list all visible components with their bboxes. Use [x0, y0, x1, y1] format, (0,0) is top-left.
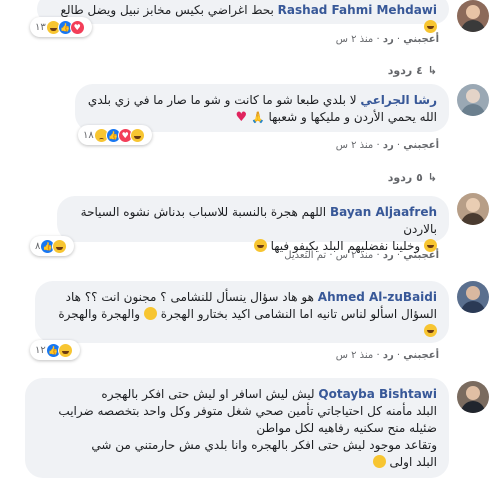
reactions-summary[interactable]: ١٣ 👍 ♥: [30, 17, 92, 37]
comment-actions: أعجبني · رد · منذ ٢ س: [335, 34, 439, 45]
laughing-emoji-icon: [424, 324, 437, 337]
comment-actions: أعجبني · رد · منذ ٢ س: [335, 140, 439, 151]
avatar[interactable]: [457, 281, 489, 313]
view-replies-link[interactable]: ↳ ٥ ردود: [388, 171, 437, 184]
replies-count-label: ٥ ردود: [387, 171, 423, 184]
timestamp[interactable]: منذ ٢ س: [336, 350, 374, 361]
avatar[interactable]: [457, 193, 489, 225]
view-replies-link[interactable]: ↳ ٤ ردود: [388, 64, 437, 77]
like-link[interactable]: أعجبني: [403, 140, 439, 151]
timestamp[interactable]: منذ ٢ س: [336, 140, 374, 151]
like-link[interactable]: أعجبني: [403, 34, 439, 45]
reply-link[interactable]: رد: [383, 34, 394, 45]
reactions-summary[interactable]: ١٨ 👍 ♥: [78, 125, 152, 145]
comment-actions: أعجبني · رد · منذ ٢ س: [335, 350, 439, 361]
comment-author[interactable]: Ahmed Al-zuBaidi: [318, 290, 437, 304]
comment-author[interactable]: Bayan Aljaafreh: [330, 205, 437, 219]
comment-bubble: Ahmed Al-zuBaidi هو هاد سؤال ينسأل للنشا…: [35, 281, 449, 343]
reaction-count: ١٣: [35, 21, 46, 33]
reaction-count: ١٢: [35, 344, 46, 356]
comment-text-line2: البلد مأمنه كل احتياجاتي تأمين صحي شغل م…: [58, 404, 437, 418]
comment-bubble: Qotayba Bishtawi ليش ليش اسافر او ليش حت…: [25, 378, 449, 478]
reactions-summary[interactable]: ٨ 👍: [30, 236, 74, 256]
grimacing-emoji-icon: [143, 307, 157, 320]
reply-arrow-icon: ↳: [427, 64, 437, 77]
comment-text: لا بلدي طبعا شو ما كانت و شو ما صار ما ف…: [87, 93, 357, 107]
laughing-emoji-icon: [253, 239, 267, 252]
comment-actions: أعجبني · رد · منذ ٢ س · تم التعديل: [284, 250, 439, 261]
comment-text-line2: الله يحمي الأردن و مليكها و شعبها: [268, 110, 437, 124]
reply-arrow-icon: ↳: [427, 171, 437, 184]
comment-text: هو هاد سؤال ينسأل للنشامى ؟ مجنون انت ؟؟…: [65, 290, 314, 304]
comment-text-line4: وتقاعد موجود ليش حتى افكر بالهجره وانا ب…: [91, 438, 437, 452]
replies-count-label: ٤ ردود: [387, 64, 423, 77]
comment-author[interactable]: رشا الجراعي: [360, 93, 437, 107]
comment-bubble: Rashad Fahmi Mehdawi بحط اغراضي بكيس مخا…: [37, 0, 449, 33]
comment-text-line5: البلد اولى: [389, 455, 437, 469]
heart-icon: ♥: [235, 110, 248, 125]
reactions-summary[interactable]: ١٢ 👍: [30, 340, 80, 360]
comment-bubble: Bayan Aljaafreh اللهم هجرة بالنسبة للاسب…: [57, 196, 449, 253]
love-reaction-icon: ♥: [69, 19, 85, 35]
like-link[interactable]: أعجبني: [403, 250, 439, 261]
reply-link[interactable]: رد: [383, 250, 394, 261]
avatar[interactable]: [457, 0, 489, 32]
laughing-emoji-icon: [424, 20, 437, 33]
timestamp[interactable]: منذ ٢ س: [336, 250, 374, 261]
reaction-count: ١٨: [83, 129, 94, 141]
comment-text: بحط اغراضي بكيس مخابز نبيل ويضل طالع: [60, 3, 274, 17]
haha-reaction-icon: [52, 238, 68, 254]
like-link[interactable]: أعجبني: [403, 350, 439, 361]
comment-text-line3: ضئيله منح سكنيه رفاهيه لكل مواطن: [256, 421, 437, 435]
sad-emoji-icon: [372, 455, 386, 468]
avatar[interactable]: [457, 381, 489, 413]
comment-author[interactable]: Qotayba Bishtawi: [318, 387, 437, 401]
avatar[interactable]: [457, 84, 489, 116]
comment-text-line3: والهجرة والهجرة: [58, 307, 141, 321]
comment-text: ليش ليش اسافر او ليش حتى افكر بالهجره: [101, 387, 315, 401]
edited-label[interactable]: تم التعديل: [284, 250, 326, 261]
comment-text-line2: السؤال اسألو لناس تانيه اما النشامى اكيد…: [160, 307, 437, 321]
haha-reaction-icon: [129, 127, 145, 143]
reply-link[interactable]: رد: [383, 350, 394, 361]
timestamp[interactable]: منذ ٢ س: [336, 34, 374, 45]
reply-link[interactable]: رد: [383, 140, 394, 151]
comment-author[interactable]: Rashad Fahmi Mehdawi: [278, 3, 437, 17]
haha-reaction-icon: [57, 342, 73, 358]
praying-hands-icon: 🙏: [250, 111, 265, 124]
